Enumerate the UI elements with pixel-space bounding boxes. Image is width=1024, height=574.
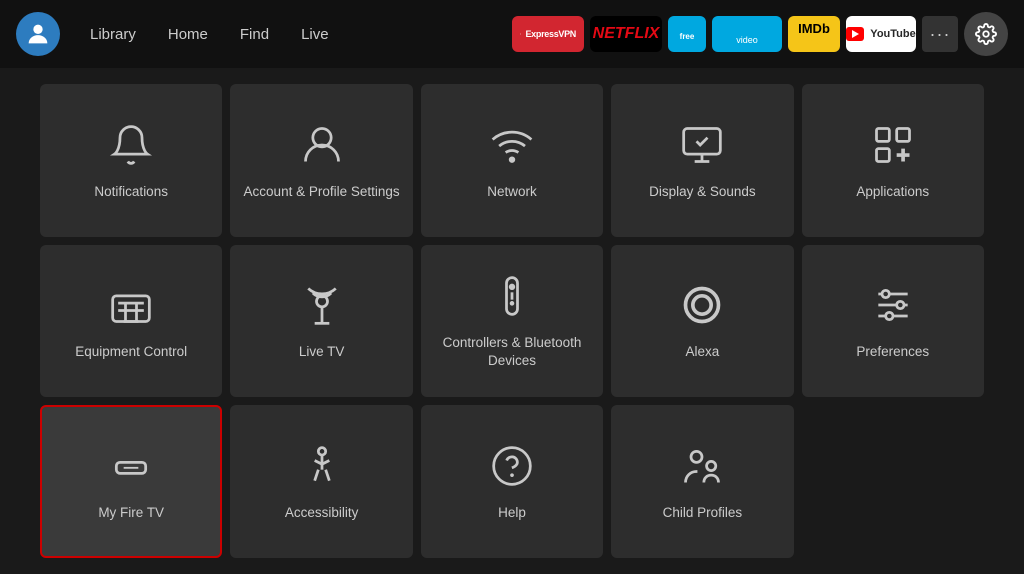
- tile-alexa[interactable]: Alexa: [611, 245, 793, 398]
- nav-library[interactable]: Library: [76, 20, 150, 49]
- tile-equipment-label: Equipment Control: [75, 343, 187, 361]
- tile-applications[interactable]: Applications: [802, 84, 984, 237]
- tile-controllers-label: Controllers & Bluetooth Devices: [431, 334, 593, 369]
- nav-links: Library Home Find Live: [76, 20, 343, 49]
- app-primevideo[interactable]: primevideo: [712, 16, 782, 52]
- tile-preferences[interactable]: Preferences: [802, 245, 984, 398]
- nav-find[interactable]: Find: [226, 20, 283, 49]
- wifi-icon: [488, 121, 536, 169]
- tile-my-fire-tv[interactable]: My Fire TV: [40, 405, 222, 558]
- app-netflix[interactable]: NETFLIX: [590, 16, 662, 52]
- avatar[interactable]: [16, 12, 60, 56]
- sliders-icon: [869, 281, 917, 329]
- alexa-icon: [678, 281, 726, 329]
- tile-alexa-label: Alexa: [686, 343, 720, 361]
- tile-account-label: Account & Profile Settings: [244, 183, 400, 201]
- more-apps-button[interactable]: ···: [922, 16, 958, 52]
- tile-controllers-bluetooth[interactable]: Controllers & Bluetooth Devices: [421, 245, 603, 398]
- tile-livetv-label: Live TV: [299, 343, 345, 361]
- tile-account-profile[interactable]: Account & Profile Settings: [230, 84, 412, 237]
- tile-notifications-label: Notifications: [94, 183, 168, 201]
- svg-text:free: free: [680, 32, 695, 41]
- remote-icon: [488, 272, 536, 320]
- tile-accessibility[interactable]: Accessibility: [230, 405, 412, 558]
- tile-help[interactable]: Help: [421, 405, 603, 558]
- child-profiles-icon: [678, 442, 726, 490]
- settings-button[interactable]: [964, 12, 1008, 56]
- bell-icon: [107, 121, 155, 169]
- tile-applications-label: Applications: [856, 183, 929, 201]
- firetv-icon: [107, 442, 155, 490]
- tile-display-sounds[interactable]: Display & Sounds: [611, 84, 793, 237]
- tile-network-label: Network: [487, 183, 537, 201]
- app-expressvpn[interactable]: ExpressVPN: [512, 16, 584, 52]
- settings-grid: Notifications Account & Profile Settings…: [0, 68, 1024, 574]
- tile-display-label: Display & Sounds: [649, 183, 756, 201]
- app-imdb[interactable]: IMDb TV: [788, 16, 840, 52]
- accessibility-icon: [298, 442, 346, 490]
- tile-help-label: Help: [498, 504, 526, 522]
- tile-live-tv[interactable]: Live TV: [230, 245, 412, 398]
- tile-accessibility-label: Accessibility: [285, 504, 359, 522]
- tile-network[interactable]: Network: [421, 84, 603, 237]
- tile-equipment-control[interactable]: Equipment Control: [40, 245, 222, 398]
- tv-icon: [107, 281, 155, 329]
- tile-notifications[interactable]: Notifications: [40, 84, 222, 237]
- navbar: Library Home Find Live ExpressVPN NETFLI…: [0, 0, 1024, 68]
- help-icon: [488, 442, 536, 490]
- tile-preferences-label: Preferences: [856, 343, 929, 361]
- netflix-label: NETFLIX: [593, 25, 660, 43]
- antenna-icon: [298, 281, 346, 329]
- person-icon: [298, 121, 346, 169]
- display-icon: [678, 121, 726, 169]
- app-youtube[interactable]: YouTube: [846, 16, 916, 52]
- tile-myfiretv-label: My Fire TV: [98, 504, 164, 522]
- app-bar: ExpressVPN NETFLIX free primevideo IMDb …: [512, 12, 1008, 56]
- tile-child-profiles[interactable]: Child Profiles: [611, 405, 793, 558]
- nav-live[interactable]: Live: [287, 20, 343, 49]
- tile-childprofiles-label: Child Profiles: [663, 504, 743, 522]
- nav-home[interactable]: Home: [154, 20, 222, 49]
- app-freevee[interactable]: free: [668, 16, 706, 52]
- apps-icon: [869, 121, 917, 169]
